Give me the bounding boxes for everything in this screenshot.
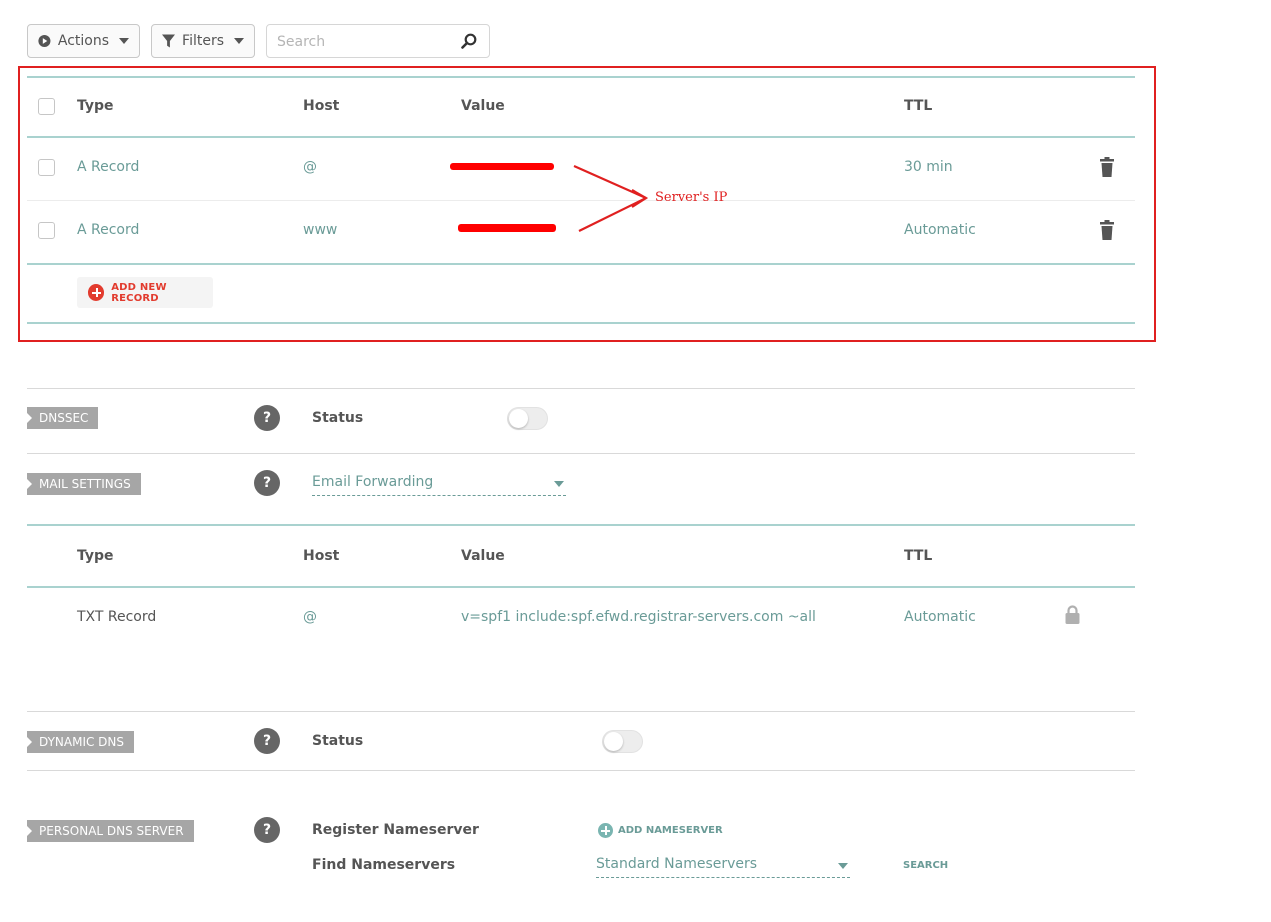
record-type: TXT Record (77, 609, 157, 625)
add-nameserver-button[interactable]: ADD NAMESERVER (598, 823, 723, 838)
column-header-value: Value (461, 98, 505, 114)
record-type[interactable]: A Record (77, 222, 139, 238)
find-nameservers-select[interactable]: Standard Nameservers (596, 856, 850, 878)
add-new-record-label: ADD NEW RECORD (111, 281, 167, 304)
section-divider (27, 453, 1135, 454)
annotation-label: Server's IP (655, 190, 728, 205)
column-header-ttl: TTL (904, 98, 933, 114)
column-header-host: Host (303, 98, 340, 114)
dnssec-tag: DNSSEC (27, 407, 99, 429)
filters-label: Filters (182, 33, 224, 49)
annotation-arrow-icon (573, 164, 649, 232)
trash-icon[interactable] (1100, 220, 1114, 240)
mail-table-top-rule (27, 524, 1135, 526)
actions-label: Actions (57, 33, 109, 49)
search-icon[interactable] (461, 33, 477, 49)
column-header-type: Type (77, 98, 114, 114)
record-value: v=spf1 include:spf.efwd.registrar-server… (461, 609, 816, 625)
record-ttl[interactable]: 30 min (904, 159, 953, 175)
rows-bottom-rule (27, 263, 1135, 265)
help-icon[interactable]: ? (254, 470, 280, 496)
trash-icon[interactable] (1100, 157, 1114, 177)
record-type[interactable]: A Record (77, 159, 139, 175)
record-ttl[interactable]: Automatic (904, 222, 976, 238)
help-icon[interactable]: ? (254, 728, 280, 754)
help-icon[interactable]: ? (254, 405, 280, 431)
dnssec-toggle[interactable] (507, 407, 548, 430)
column-header-host: Host (303, 548, 340, 564)
chevron-down-icon (234, 38, 244, 44)
chevron-down-icon (838, 863, 848, 869)
play-circle-icon (38, 34, 51, 48)
find-nameservers-label: Find Nameservers (312, 857, 456, 873)
lock-icon (1065, 605, 1080, 624)
plus-circle-icon (598, 823, 613, 838)
record-host[interactable]: @ (303, 159, 317, 175)
search-field (266, 24, 490, 58)
mail-settings-selected: Email Forwarding (312, 474, 434, 490)
chevron-down-icon (119, 38, 129, 44)
dynamic-dns-status-label: Status (312, 733, 364, 749)
record-host: @ (303, 609, 317, 625)
row-checkbox[interactable] (38, 222, 55, 239)
toggle-knob (509, 409, 528, 428)
table-bottom-rule (27, 322, 1135, 324)
section-divider (27, 770, 1135, 771)
section-divider (27, 711, 1135, 712)
funnel-icon (162, 34, 176, 48)
plus-circle-icon (88, 284, 105, 301)
row-checkbox[interactable] (38, 159, 55, 176)
column-header-value: Value (461, 548, 505, 564)
mail-settings-tag: MAIL SETTINGS (27, 473, 141, 495)
actions-button[interactable]: Actions (27, 24, 140, 58)
record-host[interactable]: www (303, 222, 337, 238)
personal-dns-tag: PERSONAL DNS SERVER (27, 820, 194, 842)
record-ttl: Automatic (904, 609, 976, 625)
column-header-type: Type (77, 548, 114, 564)
filters-button[interactable]: Filters (151, 24, 255, 58)
find-nameservers-selected: Standard Nameservers (596, 856, 758, 872)
section-divider (27, 388, 1135, 389)
mail-settings-select[interactable]: Email Forwarding (312, 474, 566, 496)
dynamic-dns-toggle[interactable] (602, 730, 643, 753)
table-top-rule (27, 76, 1135, 78)
register-nameserver-label: Register Nameserver (312, 822, 479, 838)
toggle-knob (604, 732, 623, 751)
add-new-record-button[interactable]: ADD NEW RECORD (77, 277, 213, 308)
search-input[interactable] (275, 32, 455, 52)
redaction-mark (450, 163, 554, 170)
mail-header-rule (27, 586, 1135, 588)
select-all-checkbox[interactable] (38, 98, 55, 115)
chevron-down-icon (554, 481, 564, 487)
header-rule (27, 136, 1135, 138)
nameserver-search-link[interactable]: SEARCH (903, 860, 948, 871)
dynamic-dns-tag: DYNAMIC DNS (27, 731, 135, 753)
help-icon[interactable]: ? (254, 817, 280, 843)
dnssec-status-label: Status (312, 410, 364, 426)
column-header-ttl: TTL (904, 548, 933, 564)
add-nameserver-label: ADD NAMESERVER (618, 825, 723, 836)
redaction-mark (458, 224, 556, 232)
